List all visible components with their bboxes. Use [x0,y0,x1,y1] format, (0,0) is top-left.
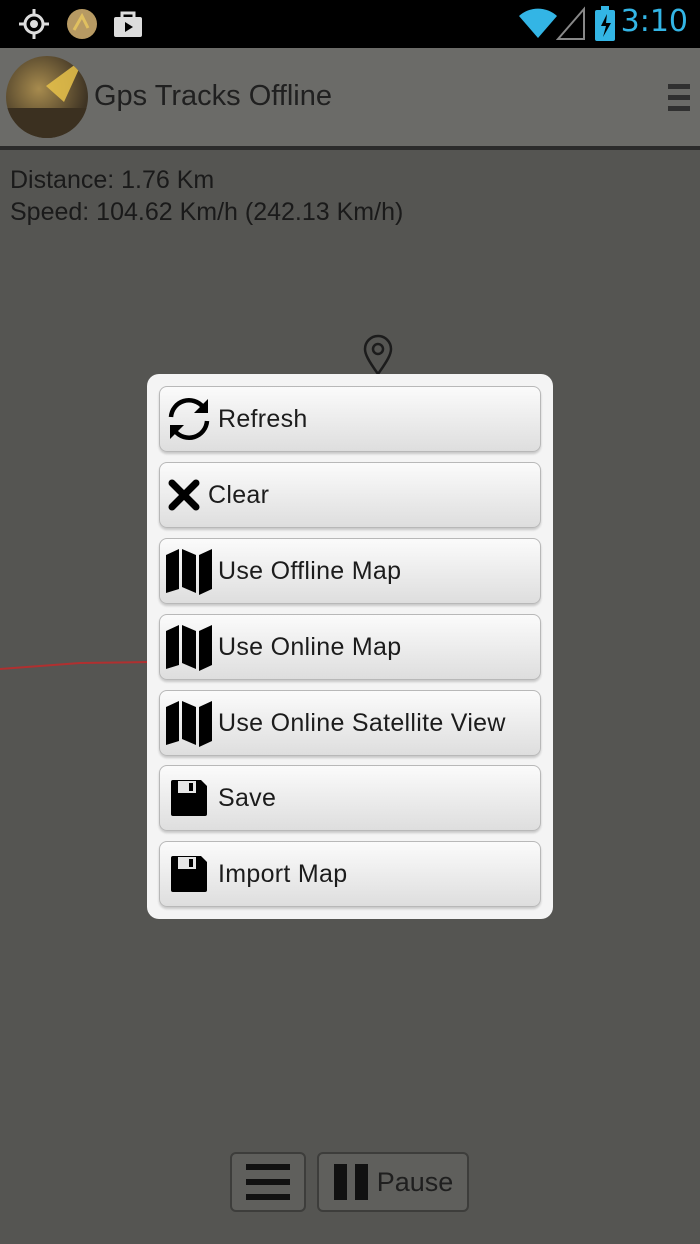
wifi-icon [518,6,558,45]
menu-button[interactable] [230,1152,306,1212]
close-x-icon [160,477,208,513]
app-logo[interactable] [6,56,88,138]
floppy-disk-icon [160,778,218,818]
distance-text: Distance: 1.76 Km [10,166,215,194]
menu-label: Use Online Map [218,632,402,661]
track-line [0,661,151,670]
use-online-map-button[interactable]: Use Online Map [159,614,541,680]
options-dialog: Refresh Clear Use Offline Map Use Online… [147,374,553,919]
map-icon [160,623,218,671]
menu-label: Clear [208,480,270,509]
menu-label: Use Offline Map [218,556,402,585]
menu-label: Use Online Satellite View [218,708,506,737]
signal-icon [555,6,586,45]
track-stats: Distance: 1.76 Km Speed: 104.62 Km/h (24… [10,164,403,228]
refresh-button[interactable]: Refresh [159,386,541,452]
status-bar: 3:10 [0,0,700,48]
hamburger-icon [246,1164,290,1200]
map-icon [160,699,218,747]
clear-button[interactable]: Clear [159,462,541,528]
menu-label: Refresh [218,404,308,433]
battery-charging-icon [594,6,616,47]
app-title: Gps Tracks Offline [94,80,332,112]
save-button[interactable]: Save [159,765,541,831]
notification-photo-icon [66,8,98,45]
speed-text: Speed: 104.62 Km/h (242.13 Km/h) [10,198,404,226]
floppy-disk-icon [160,854,218,894]
overflow-menu-icon[interactable] [668,84,690,116]
gps-icon [18,8,50,45]
pause-label: Pause [376,1166,454,1197]
pause-icon [333,1164,368,1200]
menu-label: Import Map [218,859,348,888]
menu-label: Save [218,783,277,812]
map-icon [160,547,218,595]
use-offline-map-button[interactable]: Use Offline Map [159,538,541,604]
action-bar: Gps Tracks Offline [0,48,700,150]
refresh-icon [160,393,218,445]
status-clock: 3:10 [620,4,688,39]
use-online-satellite-view-button[interactable]: Use Online Satellite View [159,690,541,756]
location-pin-icon[interactable] [362,334,394,376]
play-store-icon [112,8,144,45]
pause-button[interactable]: Pause [317,1152,469,1212]
import-map-button[interactable]: Import Map [159,841,541,907]
